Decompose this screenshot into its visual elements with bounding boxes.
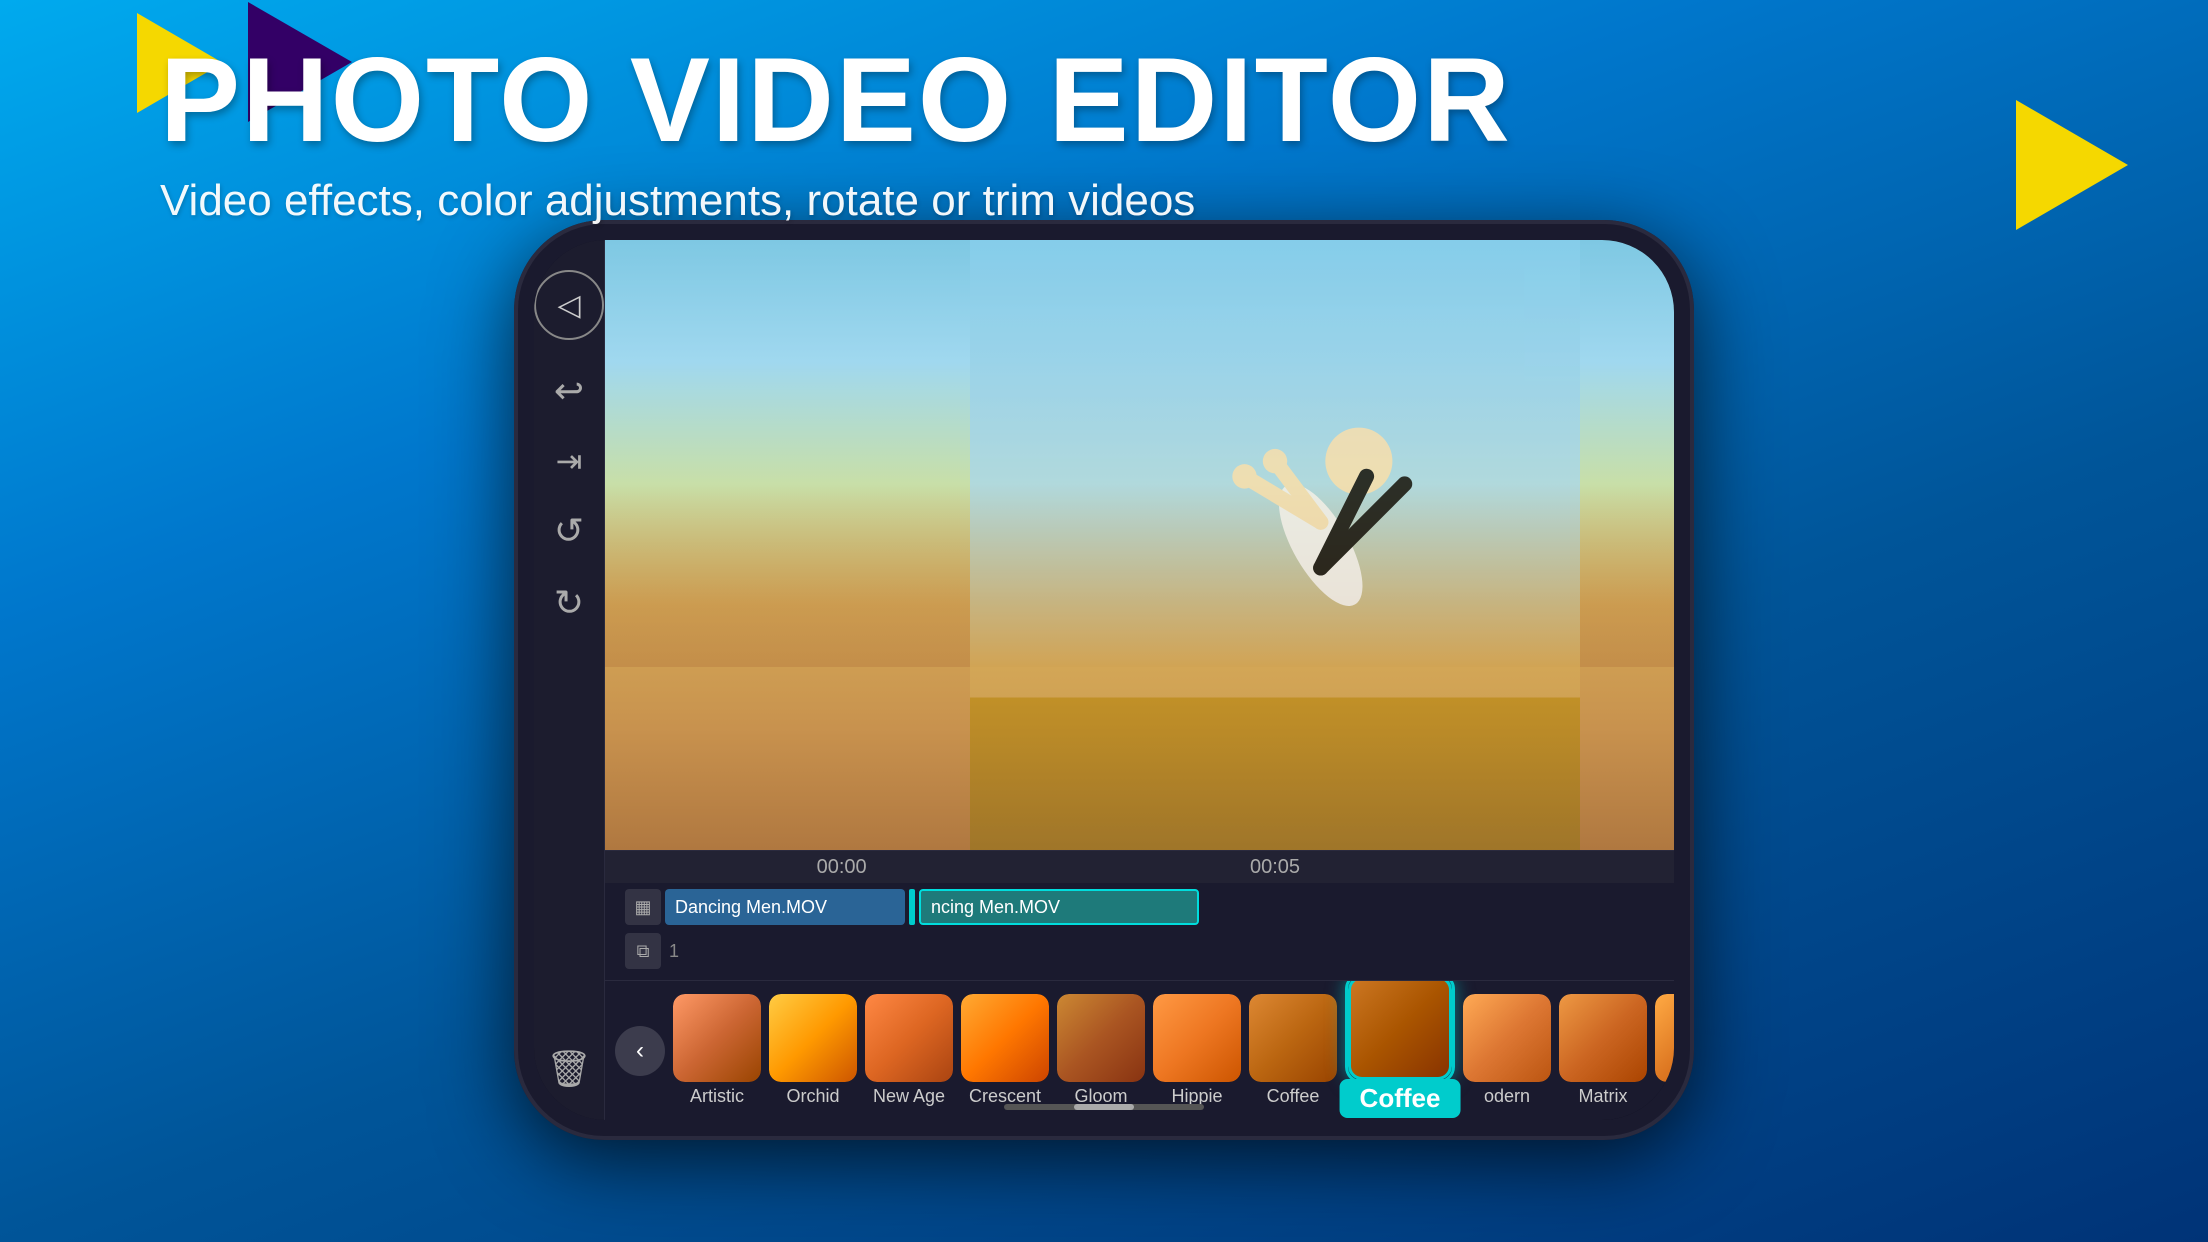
filter-item-coffee[interactable]: Coffee (1249, 994, 1337, 1107)
filter-thumb-coffee-selected (1345, 980, 1455, 1083)
import-icon: ⇥ (556, 442, 583, 480)
timeline-tracks: ▦ Dancing Men.MOV ncing Men.MOV Break Da… (605, 883, 1674, 975)
phone-scrollbar (1004, 1104, 1204, 1110)
dancer-figure (605, 240, 1674, 850)
clip1[interactable]: Dancing Men.MOV (665, 889, 905, 925)
filter-strip: ‹ Artistic Orchid (605, 980, 1674, 1120)
filter-thumb-modern (1655, 994, 1674, 1082)
delete-icon: 🗑 (546, 1048, 592, 1090)
filter-thumb-matrix (1559, 994, 1647, 1082)
filter-color-orchid (769, 994, 857, 1082)
undo2-button[interactable]: ↺ (554, 510, 584, 552)
filter-item-orchid[interactable]: Orchid (769, 994, 857, 1107)
app-title: PHOTO VIDEO EDITOR (160, 40, 1512, 160)
back-button[interactable]: ◁ (534, 270, 604, 340)
video-background (605, 240, 1674, 850)
filter-label-matrix: Matrix (1579, 1086, 1628, 1107)
app-subtitle: Video effects, color adjustments, rotate… (160, 176, 1512, 226)
film-icon: ▦ (634, 897, 651, 918)
phone-screen: ◁ ↩ ⇥ ↺ ↻ 🗑 (534, 240, 1674, 1120)
timeline-mark-10: 00:10 (1492, 856, 1674, 879)
filter-color-odern (1463, 994, 1551, 1082)
clip1-label: Dancing Men.MOV (675, 897, 827, 918)
filter-color-coffee-selected (1348, 980, 1452, 1080)
filter-item-modern[interactable]: Modern (1655, 994, 1674, 1107)
undo-icon: ↩ (554, 370, 584, 412)
undo2-icon: ↺ (554, 510, 584, 552)
filter-item-coffee-selected[interactable]: Coffee Coffee (1345, 980, 1455, 1108)
header: PHOTO VIDEO EDITOR Video effects, color … (160, 40, 1512, 226)
filter-color-gloom (1057, 994, 1145, 1082)
phone-device: ◁ ↩ ⇥ ↺ ↻ 🗑 (514, 220, 1694, 1140)
filter-label-newage: New Age (873, 1086, 945, 1107)
filter-item-odern[interactable]: odern (1463, 994, 1551, 1107)
filter-item-matrix[interactable]: Matrix (1559, 994, 1647, 1107)
filter-color-newage (865, 994, 953, 1082)
back-icon: ◁ (557, 288, 580, 323)
timeline-mark-5: 00:05 (1058, 856, 1491, 879)
redo-icon: ↻ (554, 582, 584, 624)
video-preview (605, 240, 1674, 850)
video-track: ▦ Dancing Men.MOV ncing Men.MOV Break Da… (625, 887, 1674, 927)
clip2-label: ncing Men.MOV (931, 897, 1060, 918)
filter-item-newage[interactable]: New Age (865, 994, 953, 1107)
filter-item-hippie[interactable]: Hippie (1153, 994, 1241, 1107)
layers-icon: ⧉ (637, 941, 650, 962)
filter-thumb-newage (865, 994, 953, 1082)
filter-color-hippie (1153, 994, 1241, 1082)
redo-button[interactable]: ↻ (554, 582, 584, 624)
filter-thumb-gloom (1057, 994, 1145, 1082)
filter-thumb-hippie (1153, 994, 1241, 1082)
delete-button[interactable]: 🗑 (546, 1048, 592, 1090)
filter-thumb-artistic (673, 994, 761, 1082)
filter-thumb-coffee (1249, 994, 1337, 1082)
filter-color-modern (1655, 994, 1674, 1082)
timeline-area: 00:00 00:05 00:10 ▦ Dancing Men.MOV (605, 850, 1674, 980)
filter-label-orchid: Orchid (786, 1086, 839, 1107)
phone-body: ◁ ↩ ⇥ ↺ ↻ 🗑 (514, 220, 1694, 1140)
filter-thumb-crescent (961, 994, 1049, 1082)
undo-button[interactable]: ↩ (554, 370, 584, 412)
scrollbar-thumb (1074, 1104, 1134, 1110)
filter-color-matrix (1559, 994, 1647, 1082)
sidebar: ◁ ↩ ⇥ ↺ ↻ 🗑 (534, 240, 605, 1120)
main-content: 00:00 00:05 00:10 ▦ Dancing Men.MOV (605, 240, 1674, 1120)
chevron-left-icon: ‹ (636, 1037, 644, 1065)
filter-thumb-odern (1463, 994, 1551, 1082)
filter-label-artistic: Artistic (690, 1086, 744, 1107)
filter-color-artistic (673, 994, 761, 1082)
overlay-icon: ⧉ (625, 933, 661, 969)
track-icon: ▦ (625, 889, 661, 925)
clip-divider (909, 889, 915, 925)
timeline-ruler: 00:00 00:05 00:10 (605, 851, 1674, 883)
filter-label-coffee: Coffee (1267, 1086, 1320, 1107)
filter-item-artistic[interactable]: Artistic (673, 994, 761, 1107)
filter-label-odern: odern (1484, 1086, 1530, 1107)
filter-color-coffee (1249, 994, 1337, 1082)
clip2[interactable]: ncing Men.MOV Break Dancing (919, 889, 1199, 925)
filter-item-gloom[interactable]: Gloom (1057, 994, 1145, 1107)
filter-prev-button[interactable]: ‹ (615, 1026, 665, 1076)
filter-label-modern: Modern (1668, 1086, 1674, 1107)
filter-color-crescent (961, 994, 1049, 1082)
filter-thumb-orchid (769, 994, 857, 1082)
overlay-track: ⧉ 1 (625, 931, 1674, 971)
filter-popup-coffee: Coffee (1340, 1079, 1461, 1118)
filter-item-crescent[interactable]: Crescent (961, 994, 1049, 1107)
timeline-mark-0: 00:00 (625, 856, 1058, 879)
import-button[interactable]: ⇥ (556, 442, 583, 480)
layer-number: 1 (669, 941, 681, 962)
triangle-yellow-right (2016, 100, 2128, 230)
